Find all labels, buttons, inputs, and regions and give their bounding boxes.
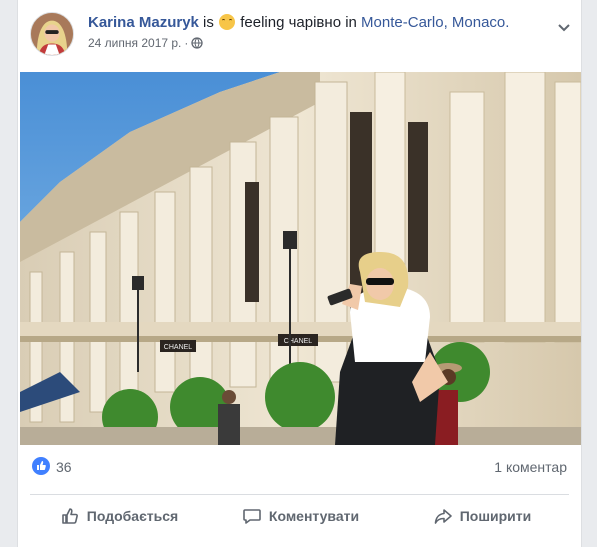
meta-dot: · xyxy=(184,36,189,50)
sign-chanel-1: CHANEL xyxy=(164,344,193,351)
like-count[interactable]: 36 xyxy=(56,459,72,475)
like-button[interactable]: Подобається xyxy=(30,495,208,537)
share-button-label: Поширити xyxy=(459,508,532,524)
globe-icon[interactable] xyxy=(191,37,204,52)
post-date[interactable]: 24 липня 2017 р. xyxy=(88,36,181,50)
sign-chanel-2: CHANEL xyxy=(284,338,313,345)
share-arrow-icon xyxy=(433,506,453,526)
thumbs-up-icon xyxy=(60,506,80,526)
like-reaction-icon[interactable] xyxy=(32,457,50,475)
post-actions: Подобається Коментувати Поширити xyxy=(30,494,569,537)
feeling-text: feeling чарівно in xyxy=(240,14,357,31)
post-photo[interactable]: CHANEL CHANEL xyxy=(20,72,581,445)
is-text: is xyxy=(203,14,214,31)
author-name[interactable]: Karina Mazuryk xyxy=(88,14,199,31)
post-headline: Karina Mazuryk is feeling чарівно in Mon… xyxy=(88,14,509,32)
smiling-face-emoji-icon xyxy=(219,14,236,30)
comment-count[interactable]: 1 коментар xyxy=(494,459,567,475)
post-stats: 36 1 коментар xyxy=(18,448,581,488)
feed-post: Karina Mazuryk is feeling чарівно in Mon… xyxy=(17,0,582,547)
photo-scene: CHANEL CHANEL xyxy=(20,72,581,445)
chevron-down-icon[interactable] xyxy=(557,20,571,38)
comment-button[interactable]: Коментувати xyxy=(208,495,393,537)
post-header: Karina Mazuryk is feeling чарівно in Mon… xyxy=(30,8,581,60)
like-button-label: Подобається xyxy=(86,508,179,524)
comment-bubble-icon xyxy=(242,506,262,526)
avatar[interactable] xyxy=(30,12,74,56)
share-button[interactable]: Поширити xyxy=(393,495,571,537)
comment-button-label: Коментувати xyxy=(268,508,360,524)
post-meta: 24 липня 2017 р. · xyxy=(88,36,204,52)
location-link[interactable]: Monte-Carlo, Monaco. xyxy=(361,14,509,31)
